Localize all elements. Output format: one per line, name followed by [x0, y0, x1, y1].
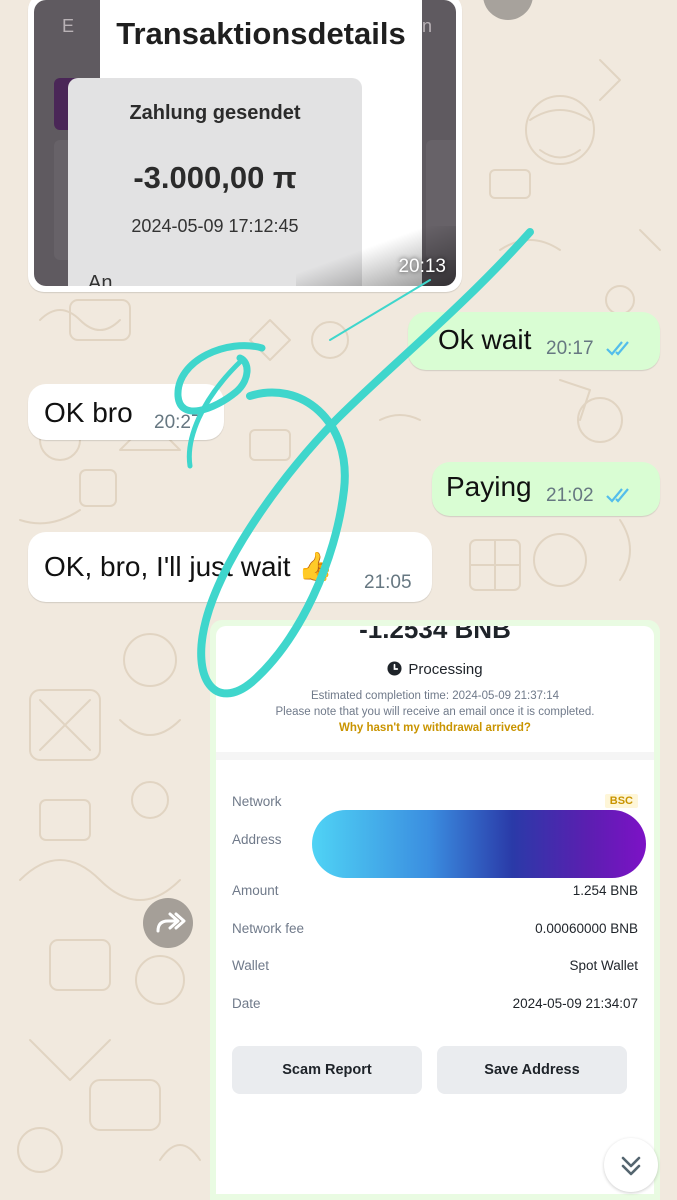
message-text: OK, bro, I'll just wait 👍 [44, 551, 334, 582]
background-letter: n [422, 16, 433, 36]
image-message-pi-transaction[interactable]: E n Transaktionsdetails Zahlung gesendet… [28, 0, 462, 292]
message-time: 20:17 [546, 338, 594, 359]
transaction-amount: -3.000,00 π [133, 160, 297, 195]
amount-label: Amount [232, 883, 279, 898]
message-bubble-incoming[interactable]: OK, bro, I'll just wait 👍 21:05 [28, 532, 432, 602]
withdrawal-amount: -1.2534 BNB [359, 626, 511, 644]
chevrons-down-icon [621, 1156, 641, 1176]
network-fee-label: Network fee [232, 921, 305, 936]
transaction-status: Zahlung gesendet [129, 102, 301, 124]
binance-withdrawal-screenshot: -1.2534 BNB Processing Estimated complet… [216, 626, 654, 1194]
message-time: 20:27 [154, 412, 202, 433]
recipient-label: An [88, 272, 113, 286]
network-badge: BSC [604, 794, 638, 808]
wallet-label: Wallet [232, 958, 270, 973]
email-note: Please note that you will receive an ema… [275, 706, 595, 718]
message-bubble-incoming[interactable]: OK bro 20:27 [28, 384, 224, 440]
withdrawal-status: Processing [216, 661, 654, 678]
forward-button[interactable] [143, 898, 193, 948]
message-time: 21:05 [364, 572, 412, 593]
message-bubble-outgoing[interactable]: Ok wait 20:17 [408, 312, 660, 370]
forward-icon [156, 912, 186, 933]
address-redaction [312, 810, 646, 878]
message-text: Paying [446, 471, 532, 502]
dialog-title: Transaktionsdetails [116, 16, 406, 51]
network-label: Network [232, 794, 282, 809]
date-label: Date [232, 996, 261, 1011]
message-bubble-outgoing[interactable]: Paying 21:02 [432, 462, 660, 516]
pi-transaction-screenshot: E n Transaktionsdetails Zahlung gesendet… [34, 0, 456, 286]
status-text: Processing [408, 661, 483, 678]
clock-icon [387, 661, 402, 676]
amount-value: 1.254 BNB [572, 883, 638, 898]
double-check-icon [606, 488, 629, 503]
network-fee-value: 0.00060000 BNB [535, 921, 638, 936]
address-label: Address [232, 832, 282, 847]
scam-report-button[interactable]: Scam Report [232, 1046, 422, 1094]
message-time: 21:02 [546, 485, 594, 506]
estimated-completion: Estimated completion time: 2024-05-09 21… [310, 690, 560, 702]
section-divider [216, 752, 654, 760]
message-time: 20:13 [398, 256, 446, 277]
wallet-value: Spot Wallet [569, 958, 638, 973]
why-not-arrived-link[interactable]: Why hasn't my withdrawal arrived? [216, 722, 654, 734]
save-address-button[interactable]: Save Address [437, 1046, 627, 1094]
date-value: 2024-05-09 21:34:07 [512, 996, 638, 1011]
double-check-icon [606, 341, 629, 356]
scroll-down-button[interactable] [604, 1138, 658, 1192]
message-text: Ok wait [438, 324, 532, 355]
image-message-binance-withdrawal[interactable]: -1.2534 BNB Processing Estimated complet… [210, 620, 660, 1200]
background-letter: E [62, 16, 75, 36]
message-text: OK bro [44, 397, 133, 428]
